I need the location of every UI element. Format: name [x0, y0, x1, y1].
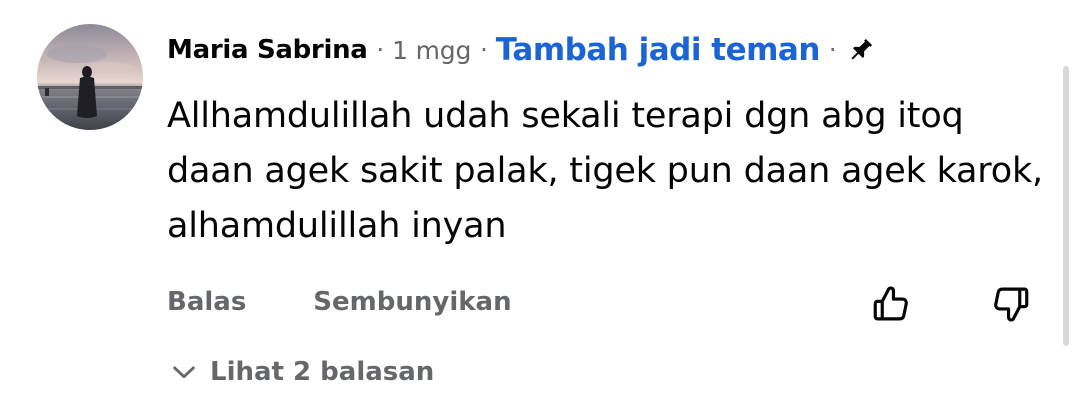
hide-button[interactable]: Sembunyikan	[313, 287, 511, 317]
reply-button[interactable]: Balas	[167, 287, 246, 317]
view-replies-label: Lihat 2 balasan	[210, 357, 435, 387]
view-replies-button[interactable]: Lihat 2 balasan	[170, 352, 434, 392]
comment-timestamp[interactable]: 1 mgg	[392, 36, 471, 65]
chevron-down-icon	[173, 366, 195, 379]
comment-text: Allhamdulillah udah sekali terapi dgn ab…	[167, 96, 1043, 246]
author-name[interactable]: Maria Sabrina	[167, 35, 368, 65]
thumbs-down-icon	[994, 287, 1029, 322]
avatar-image	[37, 24, 143, 130]
comment-header: Maria Sabrina · 1 mgg · Tambah jadi tema…	[167, 28, 877, 72]
pin-icon	[845, 34, 877, 66]
avatar[interactable]	[37, 24, 143, 130]
separator: ·	[480, 36, 488, 64]
downvote-button[interactable]	[988, 281, 1034, 327]
thumbs-up-icon	[873, 286, 908, 321]
comment-actions: Balas Sembunyikan	[167, 282, 512, 322]
scrollbar[interactable]	[1063, 66, 1069, 346]
separator: ·	[376, 36, 385, 64]
add-friend-link[interactable]: Tambah jadi teman	[496, 32, 821, 68]
upvote-button[interactable]	[868, 281, 914, 327]
separator: ·	[828, 36, 837, 64]
